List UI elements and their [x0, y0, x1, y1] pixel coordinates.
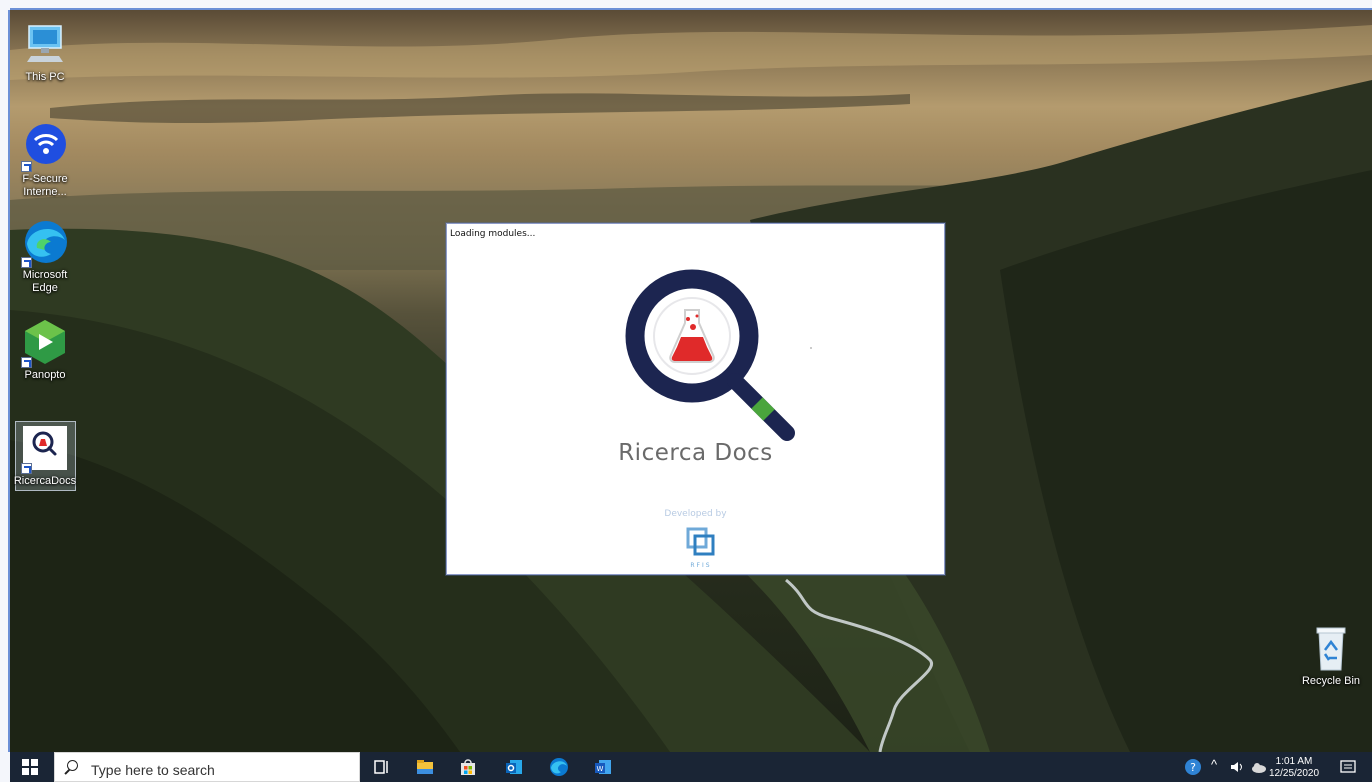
window-edge-top [10, 0, 1372, 10]
window-edge [0, 0, 10, 782]
search-icon [67, 760, 78, 771]
app-title: Ricerca Docs [618, 440, 773, 466]
desktop-icon-label: Panopto [24, 369, 66, 381]
svg-text:W: W [597, 765, 604, 773]
file-explorer-icon[interactable] [415, 757, 435, 777]
svg-text:?: ? [1190, 761, 1196, 774]
fsecure-icon [21, 122, 69, 172]
shortcut-arrow-icon [21, 463, 32, 474]
panopto-icon [21, 318, 69, 368]
desktop-icon-fsecure[interactable]: F-Secure Interne... [10, 122, 80, 199]
shortcut-arrow-icon [21, 357, 32, 368]
search-placeholder: Type here to search [91, 762, 215, 778]
volume-icon[interactable] [1230, 760, 1244, 774]
ricercadocs-splash-window: Loading modules... Ricerca Docs Develope… [446, 223, 945, 575]
shortcut-arrow-icon [21, 161, 32, 172]
outlook-icon[interactable] [504, 757, 524, 777]
shortcut-arrow-icon [21, 257, 32, 268]
desktop-icon-label: This PC [25, 71, 65, 83]
edge-icon [21, 218, 69, 268]
desktop-icon-panopto[interactable]: Panopto [10, 318, 80, 382]
desktop-icon-ricercadocs[interactable]: RicercaDocs [10, 424, 80, 488]
clock-time: 1:01 AM [1275, 756, 1313, 767]
desktop-icon-label: Recycle Bin [1301, 675, 1361, 687]
task-view-icon[interactable] [372, 757, 392, 777]
desktop-icon-recycle-bin[interactable]: Recycle Bin [1296, 624, 1366, 688]
desktop-icon-label: F-Secure Interne... [22, 173, 68, 198]
loading-status: Loading modules... [450, 229, 536, 239]
taskbar-search-box[interactable]: Type here to search [54, 752, 360, 782]
desktop-icon-this-pc[interactable]: This PC [10, 20, 80, 84]
speck [810, 347, 812, 349]
ricerca-docs-logo-icon [625, 269, 795, 441]
store-icon[interactable] [458, 757, 478, 777]
desktop-icon-edge[interactable]: Microsoft Edge [10, 218, 80, 295]
system-clock[interactable]: 1:01 AM 12/25/2020 [1269, 756, 1319, 780]
clock-date: 12/25/2020 [1269, 768, 1320, 779]
developed-by-label: Developed by [664, 509, 727, 519]
help-icon[interactable]: ? [1184, 758, 1202, 776]
notifications-icon[interactable] [1340, 759, 1356, 775]
computer-icon [21, 20, 69, 68]
recycle-bin-icon [1307, 624, 1355, 672]
word-icon[interactable]: W [593, 757, 613, 777]
developer-logo-text: RFIS [690, 562, 711, 569]
start-button[interactable] [22, 759, 38, 775]
onedrive-icon[interactable] [1251, 760, 1267, 774]
desktop-icon-label: RicercaDocs [13, 475, 77, 487]
desktop-icon-label: Microsoft Edge [22, 269, 68, 294]
chevron-up-icon[interactable]: ^ [1211, 757, 1217, 772]
developer-logo-icon: RFIS [686, 527, 715, 569]
ricercadocs-icon [21, 424, 69, 474]
taskbar: Type here to search W ? ^ 1:01 AM 12/25/… [10, 752, 1372, 782]
desktop-screen: This PC F-Secure Interne... Microsoft Ed… [0, 0, 1372, 782]
edge-icon[interactable] [549, 757, 569, 777]
